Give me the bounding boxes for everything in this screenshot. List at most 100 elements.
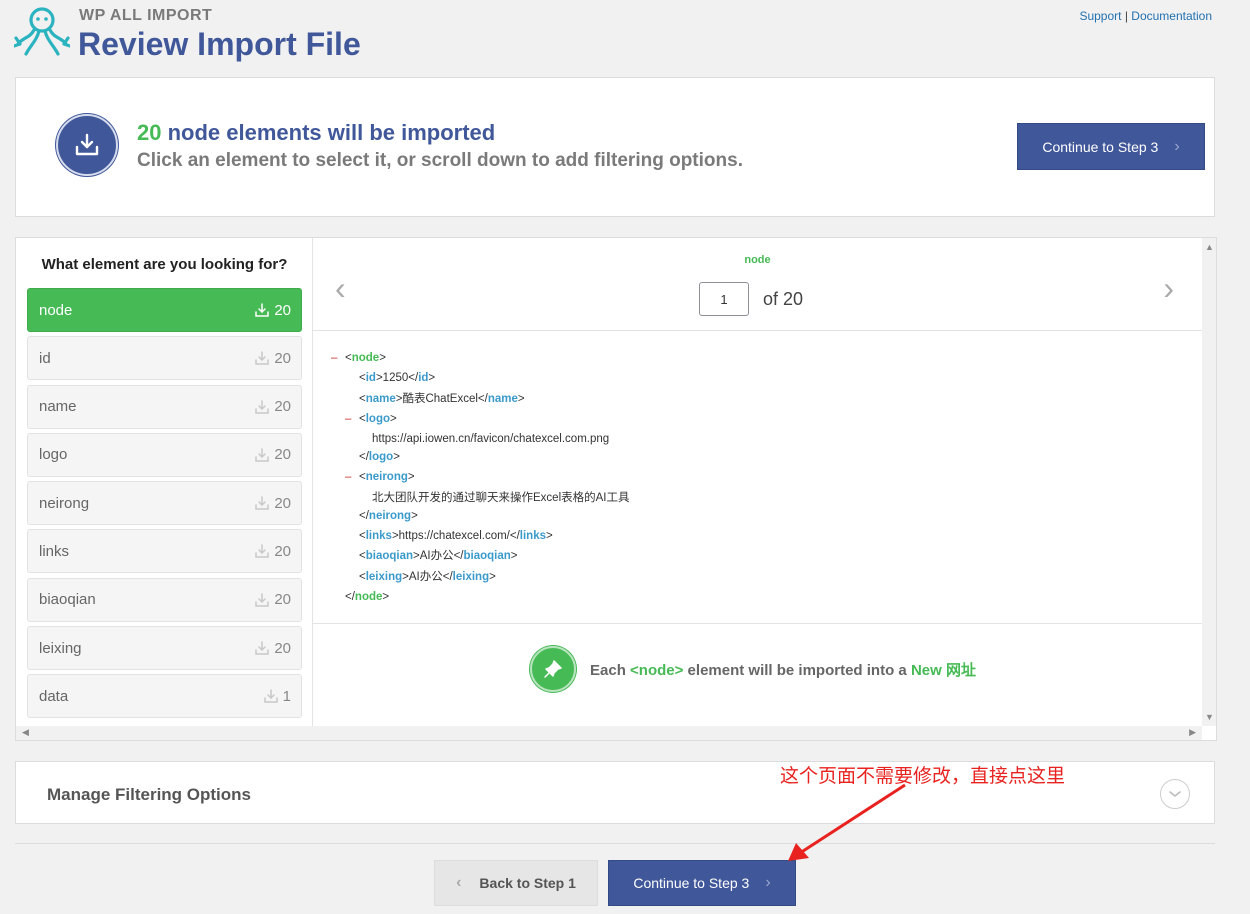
element-item-count: 20 [274,398,291,416]
import-icon [255,593,270,607]
xml-value-logo: https://api.iowen.cn/favicon/chatexcel.c… [372,433,610,446]
chevron-left-icon: ‹ [456,874,462,891]
xml-line-id[interactable]: <id>1250</id> [331,368,629,388]
element-item-count: 20 [274,301,291,319]
xml-line-biaoqian[interactable]: <biaoqian>AI办公</biaoqian> [331,546,629,566]
xml-line-logo-close: </logo> [359,451,400,464]
element-item-count: 20 [274,494,291,512]
continue-label: Continue to Step 3 [1042,138,1159,155]
xml-preview-column: node ‹ › of 20 –<node> <id>1250</id> <na… [313,238,1202,726]
xml-line-links[interactable]: <links>https://chatexcel.com/</links> [331,526,629,546]
summary-headline-text: node elements will be imported [161,120,496,145]
scroll-up-icon[interactable]: ▲ [1205,242,1214,252]
wp-all-import-octopus-logo [14,7,70,56]
top-links: Support | Documentation [1079,9,1212,23]
continue-step3-button-top[interactable]: Continue to Step 3 › [1017,123,1205,170]
xml-line-name[interactable]: <name>酷表ChatExcel</name> [331,389,629,409]
element-item-label: logo [39,446,68,464]
continue-step3-button-bottom[interactable]: Continue to Step 3 › [608,860,796,906]
continue-label: Continue to Step 3 [633,875,750,891]
import-icon [255,351,270,366]
xml-line-neirong-value[interactable]: 北大团队开发的通过聊天来操作Excel表格的AI工具 [331,488,629,506]
element-item-name[interactable]: name 20 [27,384,302,429]
xml-line-node-open[interactable]: – <node> [331,348,629,368]
vertical-scrollbar[interactable]: ▲ ▼ [1202,238,1216,726]
back-label: Back to Step 1 [479,875,576,891]
chevron-right-icon[interactable]: › [1163,270,1174,307]
xml-value-name: 酷表ChatExcel [402,392,478,405]
import-icon [255,496,270,510]
support-link[interactable]: Support [1079,9,1121,23]
scroll-down-icon[interactable]: ▼ [1205,712,1214,722]
collapse-icon[interactable]: – [331,348,345,368]
divider [313,623,1202,624]
element-item-label: biaoqian [39,591,96,609]
xml-line-node-close: </node> [345,590,390,603]
divider [313,330,1202,331]
xml-line-neirong-close: </neirong> [359,509,418,522]
xml-value-neirong: 北大团队开发的通过聊天来操作Excel表格的AI工具 [372,491,630,504]
element-item-label: node [39,301,73,319]
page-title: Review Import File [78,26,361,62]
summary-card: 20 node elements will be imported Click … [15,77,1215,217]
element-item-leixing[interactable]: leixing 20 [27,626,302,671]
element-item-biaoqian[interactable]: biaoqian 20 [27,577,302,622]
element-item-logo[interactable]: logo 20 [27,432,302,477]
element-item-node[interactable]: node 20 [27,288,302,332]
import-icon [255,399,270,414]
filtering-options-title: Manage Filtering Options [47,785,252,804]
import-tag: <node> [630,661,684,679]
xml-line-logo-open[interactable]: – <logo> [331,409,629,429]
xml-value-id: 1250 [382,372,409,385]
scroll-right-icon[interactable]: ▶ [1189,727,1196,738]
element-item-label: leixing [39,639,82,657]
collapse-icon[interactable]: – [345,409,359,429]
xml-line-neirong-open[interactable]: – <neirong> [331,467,629,487]
element-item-data[interactable]: data 1 [27,674,302,719]
element-item-label: links [39,542,70,560]
xml-value-biaoqian: AI办公 [419,550,454,563]
element-item-label: name [39,398,77,416]
import-icon [255,641,270,655]
import-icon [255,303,270,317]
expand-toggle[interactable] [1160,779,1190,809]
xml-line-logo-value[interactable]: https://api.iowen.cn/favicon/chatexcel.c… [331,429,629,447]
documentation-link[interactable]: Documentation [1131,9,1212,23]
element-item-count: 20 [274,639,291,657]
import-target-type: New 网址 [910,661,976,679]
element-item-label: data [39,687,69,705]
summary-headline: 20 node elements will be imported [137,120,495,146]
back-step1-button[interactable]: ‹ Back to Step 1 [434,860,598,906]
chevron-right-icon: › [765,874,771,891]
chevron-left-icon[interactable]: ‹ [335,270,346,307]
current-node-label: node [744,254,771,266]
element-item-id[interactable]: id 20 [27,336,302,381]
collapse-icon[interactable]: – [345,467,359,487]
annotation-text: 这个页面不需要修改，直接点这里 [780,766,1066,787]
summary-count: 20 [137,120,162,145]
chevron-down-icon [1169,791,1181,798]
import-mid: element will be imported into a [683,661,911,679]
brand-small-title: WP ALL IMPORT [79,7,213,24]
xml-line-leixing[interactable]: <leixing>AI办公</leixing> [331,567,629,587]
record-number-input[interactable] [699,282,749,316]
import-icon [263,689,278,704]
import-target-text: Each <node> element will be imported int… [590,659,976,680]
xml-value-leixing: AI办公 [408,570,443,583]
summary-subline: Click an element to select it, or scroll… [137,150,743,171]
element-item-count: 20 [274,542,291,560]
pin-icon [544,660,562,678]
chevron-right-icon: › [1174,137,1180,155]
element-item-count: 20 [274,446,291,464]
record-pager: of 20 [699,282,803,316]
download-icon [75,133,99,156]
element-selector-panel: What element are you looking for? node 2… [15,237,1217,741]
element-list: node 20 id 20 name 20 logo 20 neirong 20… [27,288,302,723]
scroll-left-icon[interactable]: ◀ [22,727,29,738]
element-item-neirong[interactable]: neirong 20 [27,481,302,526]
element-list-heading: What element are you looking for? [41,256,288,273]
xml-value-links: https://chatexcel.com/ [398,530,510,543]
import-icon [255,448,270,462]
horizontal-scrollbar[interactable]: ◀ ▶ [16,726,1202,740]
element-item-links[interactable]: links 20 [27,529,302,574]
